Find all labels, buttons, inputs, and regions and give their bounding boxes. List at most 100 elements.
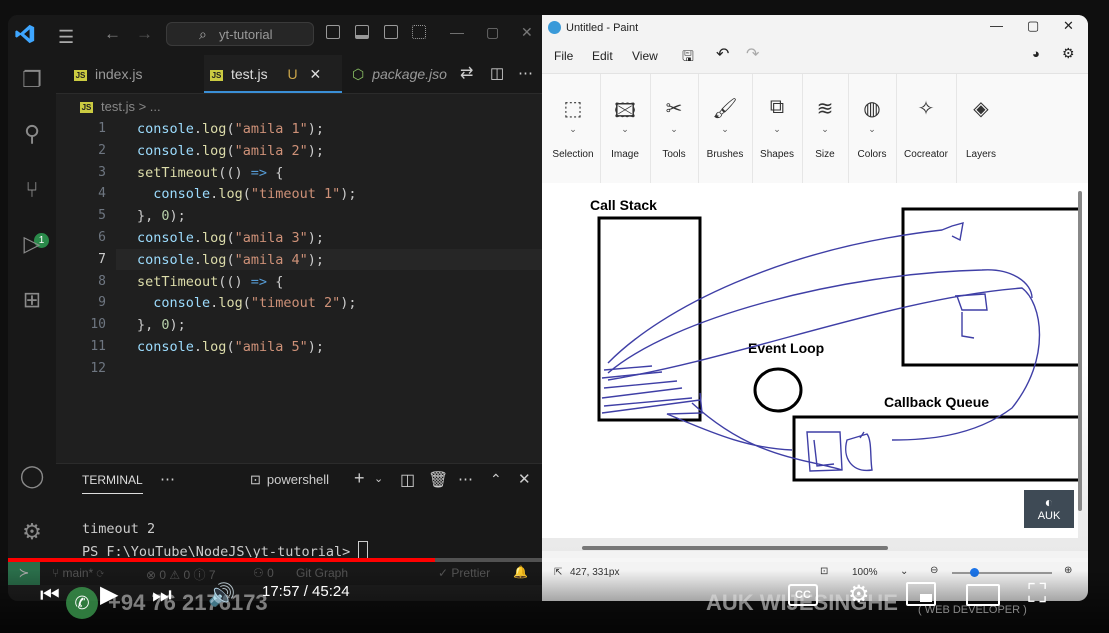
close-tab-icon[interactable]: ✕ [309, 66, 321, 82]
close-panel-icon[interactable]: ✕ [518, 470, 531, 488]
vertical-scrollbar[interactable] [1078, 191, 1082, 511]
close-icon[interactable]: ✕ [521, 24, 533, 41]
tool-label: Brushes [706, 149, 744, 160]
video-progress-bar[interactable] [8, 558, 1088, 562]
chevron-up-icon[interactable]: ⌃ [490, 471, 502, 488]
video-time: 17:57 / 45:24 [262, 583, 350, 600]
canvas-area: Call Stack Event Loop Callback Queue ◐ A… [542, 183, 1088, 551]
call-stack-label: Call Stack [590, 197, 657, 213]
toggle-sidebar-icon[interactable] [326, 25, 340, 39]
theater-mode-icon[interactable] [966, 584, 1000, 606]
minimize-icon[interactable]: — [990, 18, 1003, 33]
code-line: console.log("amila 3"); [137, 230, 324, 246]
code-line: console.log("timeout 1"); [153, 186, 357, 203]
tool-label: Size [815, 149, 835, 160]
split-terminal-icon[interactable]: ◫ [400, 470, 415, 490]
close-icon[interactable]: ✕ [1063, 18, 1074, 34]
terminal-shell[interactable]: ⊡ powershell [250, 472, 329, 488]
terminal-panel: TERMINAL ⋯ ⊡ powershell + ⌄ ◫ 🗑 ⋯ ⌃ ✕ tim… [56, 463, 542, 572]
menu-file[interactable]: File [554, 49, 573, 63]
redo-icon[interactable]: ↷ [746, 44, 759, 64]
tool-size[interactable]: ≋ ⌄ Size [802, 74, 849, 184]
volume-icon[interactable]: 🔊 [208, 582, 235, 608]
breadcrumb-more[interactable]: > ... [139, 99, 161, 114]
compare-changes-icon[interactable]: ⇄ [460, 55, 473, 93]
maximize-icon[interactable]: ▢ [486, 24, 499, 41]
tool-cocreator[interactable]: ✧ Cocreator [896, 74, 957, 184]
code-line: setTimeout(() => { [137, 273, 284, 290]
toggle-panel-icon[interactable] [355, 25, 369, 39]
editor-tabs: JS index.js JS test.js U ✕ ⬡ package.jso ⇄ … [56, 55, 542, 94]
toggle-secondary-sidebar-icon[interactable] [384, 25, 398, 39]
line-number: 10 [90, 317, 106, 333]
tool-tools[interactable]: ✂ ⌄ Tools [650, 74, 699, 184]
run-debug-icon[interactable]: ▷ [18, 231, 46, 259]
tool-brushes[interactable]: 🖌 ⌄ Brushes [698, 74, 753, 184]
settings-gear-icon[interactable]: ⚙ [848, 580, 870, 609]
fullscreen-icon[interactable]: ⛶ [1028, 578, 1046, 610]
menu-edit[interactable]: Edit [592, 49, 613, 63]
chevron-down-icon[interactable]: ⌄ [374, 472, 383, 485]
paint-ribbon: ⬚ ⌄ Selection 🖾 ⌄ Image ✂ ⌄ Tools 🖌 ⌄ Brushes ⧉ ⌄… [542, 73, 1088, 185]
customize-layout-icon[interactable] [412, 25, 426, 39]
line-number: 1 [98, 121, 106, 136]
more-actions-icon[interactable]: ⋯ [518, 55, 533, 93]
js-file-icon: JS [74, 70, 87, 81]
minimize-icon[interactable]: — [450, 24, 464, 40]
line-number: 6 [98, 230, 106, 245]
vscode-titlebar: ☰ ← → ⌕ yt-tutorial — ▢ ✕ [8, 15, 542, 55]
event-loop-label: Event Loop [748, 340, 824, 356]
account-icon[interactable]: ◕ [1032, 46, 1040, 61]
forward-arrow-icon[interactable]: → [136, 24, 153, 44]
maximize-icon[interactable]: ▢ [1027, 18, 1039, 34]
play-icon[interactable]: ▶ [100, 580, 118, 609]
settings-gear-icon[interactable]: ⚙ [18, 519, 46, 547]
chevron-down-icon: ⌄ [821, 124, 829, 134]
miniplayer-icon[interactable] [906, 582, 936, 606]
chevron-down-icon: ⌄ [670, 124, 678, 134]
size-icon: ≋ [816, 98, 834, 120]
tool-layers[interactable]: ◈ Layers [956, 74, 1006, 184]
split-editor-icon[interactable]: ◫ [490, 55, 504, 93]
tab-index-js[interactable]: JS index.js [74, 55, 184, 93]
menu-icon[interactable]: ☰ [58, 27, 74, 48]
paint-app-icon [548, 21, 561, 34]
back-arrow-icon[interactable]: ← [104, 24, 121, 44]
drawing-canvas[interactable]: Call Stack Event Loop Callback Queue ◐ A… [542, 188, 1083, 538]
menu-view[interactable]: View [632, 49, 658, 63]
tool-label: Colors [857, 149, 887, 160]
command-center-search[interactable]: ⌕ yt-tutorial [166, 22, 314, 46]
captions-button[interactable]: CC [788, 584, 818, 606]
extensions-icon[interactable]: ⊞ [18, 287, 46, 315]
account-icon[interactable]: ◯ [18, 463, 46, 491]
phone-watermark: +94 76 2176173 [108, 590, 268, 615]
more-actions-icon[interactable]: ⋯ [458, 470, 473, 488]
js-file-icon: JS [80, 102, 93, 113]
layers-icon: ◈ [973, 98, 989, 120]
undo-icon[interactable]: ↶ [716, 44, 729, 64]
search-text: yt-tutorial [219, 27, 273, 42]
new-terminal-icon[interactable]: + [354, 468, 365, 489]
tool-image[interactable]: 🖾 ⌄ Image [600, 74, 651, 184]
tab-test-js[interactable]: JS test.js U ✕ [204, 55, 342, 93]
tool-selection[interactable]: ⬚ ⌄ Selection [546, 74, 601, 184]
tab-package-json[interactable]: ⬡ package.jso [352, 55, 456, 93]
next-icon[interactable]: ⏭ [152, 582, 172, 608]
more-panels-icon[interactable]: ⋯ [160, 470, 175, 488]
source-control-icon[interactable]: ⑂ [18, 177, 46, 205]
tool-label: Selection [552, 149, 594, 160]
save-icon[interactable]: 🖫 [682, 46, 694, 70]
breadcrumb-file[interactable]: test.js [101, 99, 135, 114]
explorer-icon[interactable]: ❐ [18, 67, 46, 95]
settings-gear-icon[interactable]: ⚙ [1062, 45, 1075, 62]
tool-colors[interactable]: ◍ ⌄ Colors [848, 74, 897, 184]
colors-icon: ◍ [863, 98, 881, 120]
nodejs-icon: ⬡ [352, 66, 365, 82]
horizontal-scrollbar[interactable] [582, 546, 888, 550]
previous-icon[interactable]: ⏮ [40, 582, 60, 608]
tool-shapes[interactable]: ⧉ ⌄ Shapes [752, 74, 803, 184]
search-icon[interactable]: ⚲ [18, 121, 46, 149]
terminal-tab[interactable]: TERMINAL [82, 473, 143, 494]
trash-icon[interactable]: 🗑 [428, 470, 448, 490]
activity-bar: ❐ ⚲ ⑂ 1 ▷ ⊞ ◯ ⚙ [8, 55, 56, 579]
